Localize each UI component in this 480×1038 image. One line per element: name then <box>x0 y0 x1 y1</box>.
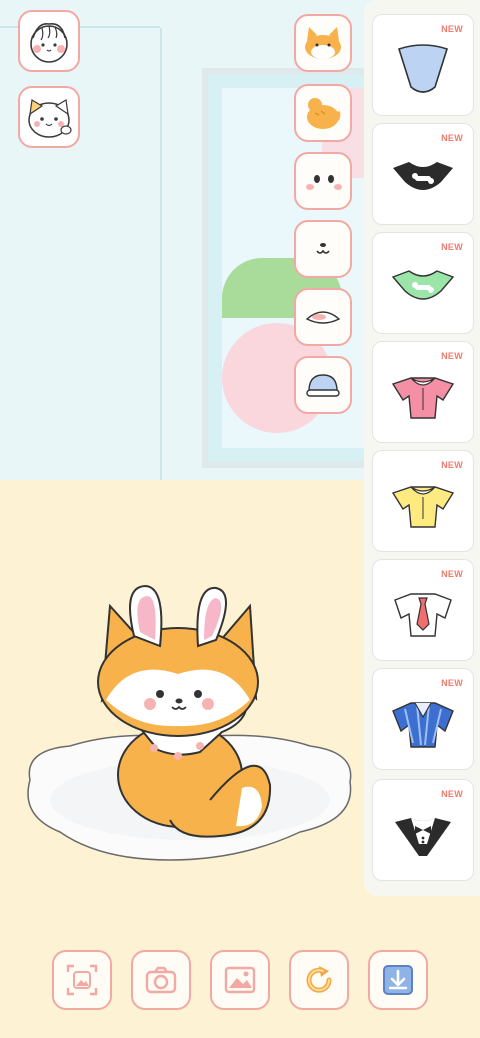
gallery-button[interactable] <box>210 950 270 1010</box>
pink-collar-shirt-icon <box>391 377 455 419</box>
tuxedo-bowtie-icon <box>395 818 451 856</box>
category-body-tab[interactable] <box>294 84 352 142</box>
white-shirt-red-tie-icon <box>394 593 452 637</box>
mouth-icon <box>316 243 330 254</box>
frame-capture-icon <box>66 964 98 996</box>
body-icon <box>307 98 341 129</box>
item-light-blue-top[interactable]: NEW <box>372 14 474 116</box>
eyes-icon <box>306 175 342 190</box>
item-black-bone-collar[interactable]: NEW <box>372 123 474 225</box>
fox-character[interactable] <box>10 570 370 870</box>
item-tuxedo-bowtie[interactable]: NEW <box>372 779 474 881</box>
camera-button[interactable] <box>131 950 191 1010</box>
clothes-icon <box>306 374 340 397</box>
camera-icon <box>145 966 177 994</box>
hat-icon <box>305 311 341 324</box>
cat-face-icon <box>28 99 72 138</box>
item-pink-collar-shirt[interactable]: NEW <box>372 341 474 443</box>
frame-capture-button[interactable] <box>52 950 112 1010</box>
reset-rotate-icon <box>306 966 332 993</box>
yellow-collar-shirt-icon <box>391 486 455 528</box>
blue-striped-shirt-icon <box>392 702 454 748</box>
reset-button[interactable] <box>289 950 349 1010</box>
human-face-preset-button[interactable] <box>18 10 80 72</box>
item-green-bone-collar[interactable]: NEW <box>372 232 474 334</box>
category-fox-head-tab[interactable] <box>294 14 352 72</box>
light-blue-top-icon <box>397 44 449 93</box>
download-icon <box>383 965 413 995</box>
category-eyes-tab[interactable] <box>294 152 352 210</box>
green-bone-collar-icon <box>391 270 455 300</box>
cat-face-preset-button[interactable] <box>18 86 80 148</box>
gallery-icon <box>224 966 256 994</box>
category-mouth-tab[interactable] <box>294 220 352 278</box>
item-blue-striped-shirt[interactable]: NEW <box>372 668 474 770</box>
category-clothes-tab[interactable] <box>294 356 352 414</box>
category-hat-tab[interactable] <box>294 288 352 346</box>
human-face-icon <box>30 22 68 63</box>
bottom-toolbar <box>0 950 480 1016</box>
item-yellow-collar-shirt[interactable]: NEW <box>372 450 474 552</box>
wall-corner-edge <box>160 28 162 486</box>
fox-head-icon <box>305 27 341 59</box>
black-bone-collar-icon <box>393 162 453 190</box>
download-button[interactable] <box>368 950 428 1010</box>
item-panel: NEW NEW NEW NEW NEW NEW NEW NEW <box>364 0 480 896</box>
item-white-shirt-red-tie[interactable]: NEW <box>372 559 474 661</box>
